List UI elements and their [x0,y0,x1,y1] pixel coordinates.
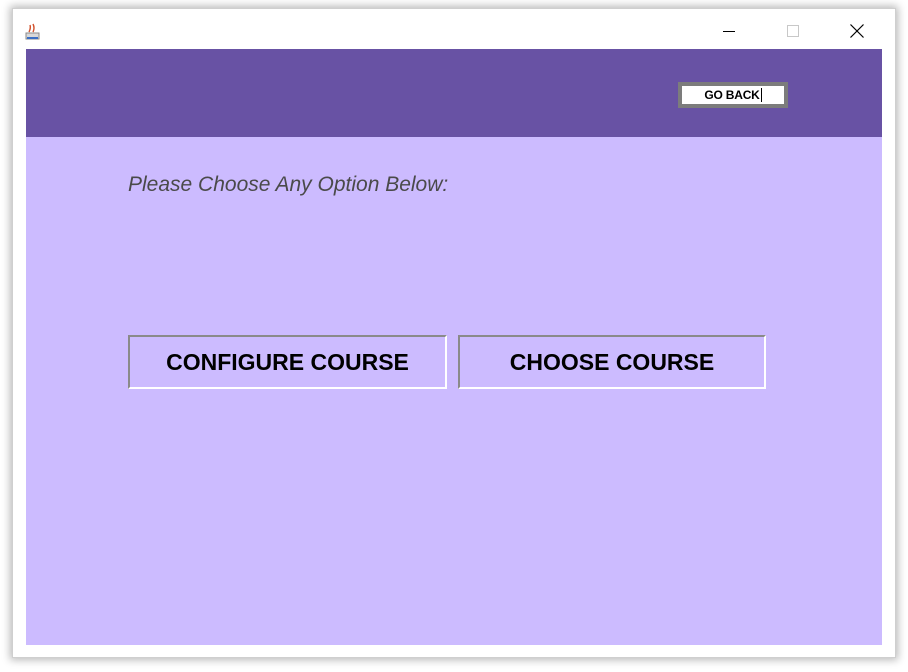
go-back-label: GO BACK [704,88,762,102]
configure-course-button[interactable]: CONFIGURE COURSE [128,335,447,389]
maximize-button[interactable] [771,17,815,45]
content-panel: GO BACK Please Choose Any Option Below: … [26,49,882,645]
choose-course-button[interactable]: CHOOSE COURSE [458,335,766,389]
minimize-button[interactable] [707,17,751,45]
app-window: GO BACK Please Choose Any Option Below: … [12,8,896,658]
close-button[interactable] [835,17,879,45]
close-icon [850,24,864,38]
title-bar[interactable] [13,9,895,49]
java-cup-icon [25,23,40,40]
minimize-icon [723,31,735,32]
option-prompt: Please Choose Any Option Below: [128,173,449,196]
go-back-button[interactable]: GO BACK [678,82,788,108]
maximize-icon [787,25,799,37]
header-band: GO BACK [26,49,882,137]
